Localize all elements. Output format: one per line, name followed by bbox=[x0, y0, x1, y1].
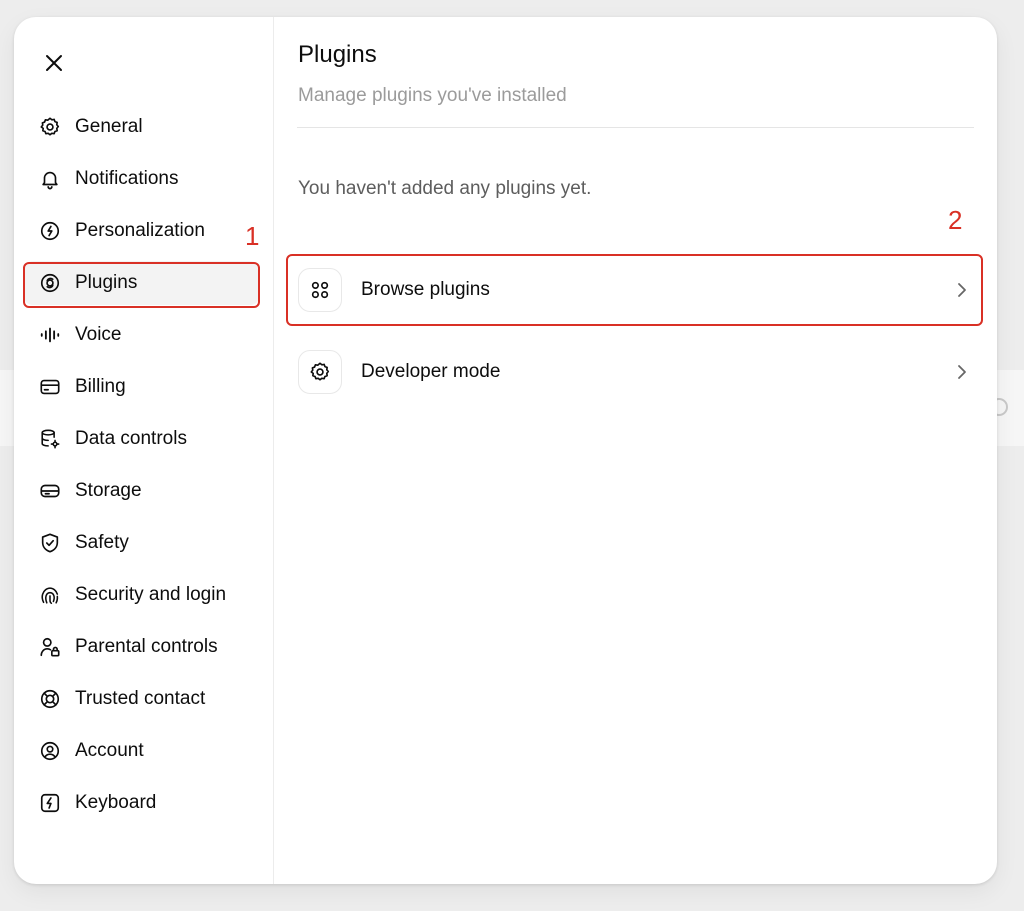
sidebar-item-voice[interactable]: Voice bbox=[23, 313, 260, 357]
sidebar-item-data-controls[interactable]: Data controls bbox=[23, 417, 260, 461]
sidebar-item-storage[interactable]: Storage bbox=[23, 469, 260, 513]
credit-card-icon bbox=[39, 376, 61, 398]
sidebar-item-trusted-contact[interactable]: Trusted contact bbox=[23, 677, 260, 721]
lifebuoy-icon bbox=[39, 688, 61, 710]
gear-icon bbox=[298, 350, 342, 394]
sidebar-item-billing[interactable]: Billing bbox=[23, 365, 260, 409]
grid-dots-icon bbox=[298, 268, 342, 312]
sidebar-item-parental-controls[interactable]: Parental controls bbox=[23, 625, 260, 669]
sidebar-item-label: Trusted contact bbox=[75, 688, 206, 709]
sidebar-item-account[interactable]: Account bbox=[23, 729, 260, 773]
sidebar-item-general[interactable]: General bbox=[23, 105, 260, 149]
sidebar-item-keyboard[interactable]: Keyboard bbox=[23, 781, 260, 825]
database-gear-icon bbox=[39, 428, 61, 450]
sidebar-item-label: Storage bbox=[75, 480, 142, 501]
close-button[interactable] bbox=[38, 47, 70, 79]
voice-waveform-icon bbox=[39, 324, 61, 346]
chevron-right-icon bbox=[952, 362, 972, 382]
personalization-icon bbox=[39, 220, 61, 242]
fingerprint-icon bbox=[39, 584, 61, 606]
user-lock-icon bbox=[39, 636, 61, 658]
plugins-icon bbox=[39, 272, 61, 294]
sidebar-item-security-and-login[interactable]: Security and login bbox=[23, 573, 260, 617]
row-label: Developer mode bbox=[361, 361, 501, 382]
close-icon bbox=[46, 55, 62, 71]
sidebar-item-label: Parental controls bbox=[75, 636, 218, 657]
sidebar-item-label: Security and login bbox=[75, 584, 227, 605]
settings-main-panel: Plugins Manage plugins you've installed … bbox=[274, 17, 997, 884]
sidebar-item-personalization[interactable]: Personalization bbox=[23, 209, 260, 253]
shield-check-icon bbox=[39, 532, 61, 554]
bell-icon bbox=[39, 168, 61, 190]
sidebar-item-safety[interactable]: Safety bbox=[23, 521, 260, 565]
sidebar-item-label: Billing bbox=[75, 376, 126, 397]
settings-modal: General Notifications Personalization Pl… bbox=[14, 17, 997, 884]
page-title: Plugins bbox=[298, 41, 377, 68]
user-circle-icon bbox=[39, 740, 61, 762]
sidebar-item-label: Safety bbox=[75, 532, 129, 553]
sidebar-item-label: Plugins bbox=[75, 272, 138, 293]
sidebar-item-label: General bbox=[75, 116, 143, 137]
row-label: Browse plugins bbox=[361, 279, 490, 300]
chevron-right-icon bbox=[952, 280, 972, 300]
sidebar-item-plugins[interactable]: Plugins bbox=[23, 261, 260, 305]
settings-sidebar: General Notifications Personalization Pl… bbox=[14, 17, 274, 884]
developer-mode-row[interactable]: Developer mode bbox=[298, 348, 974, 396]
browse-plugins-row[interactable]: Browse plugins bbox=[298, 266, 974, 314]
sidebar-item-label: Voice bbox=[75, 324, 122, 345]
sidebar-item-label: Data controls bbox=[75, 428, 187, 449]
settings-nav: General Notifications Personalization Pl… bbox=[23, 105, 260, 833]
gear-icon bbox=[39, 116, 61, 138]
sidebar-item-label: Keyboard bbox=[75, 792, 157, 813]
sidebar-item-label: Account bbox=[75, 740, 144, 761]
divider bbox=[297, 127, 974, 128]
empty-state-text: You haven't added any plugins yet. bbox=[298, 178, 592, 199]
page-subtitle: Manage plugins you've installed bbox=[298, 85, 567, 106]
storage-drive-icon bbox=[39, 480, 61, 502]
sidebar-item-label: Personalization bbox=[75, 220, 205, 241]
lightning-key-icon bbox=[39, 792, 61, 814]
sidebar-item-label: Notifications bbox=[75, 168, 179, 189]
sidebar-item-notifications[interactable]: Notifications bbox=[23, 157, 260, 201]
